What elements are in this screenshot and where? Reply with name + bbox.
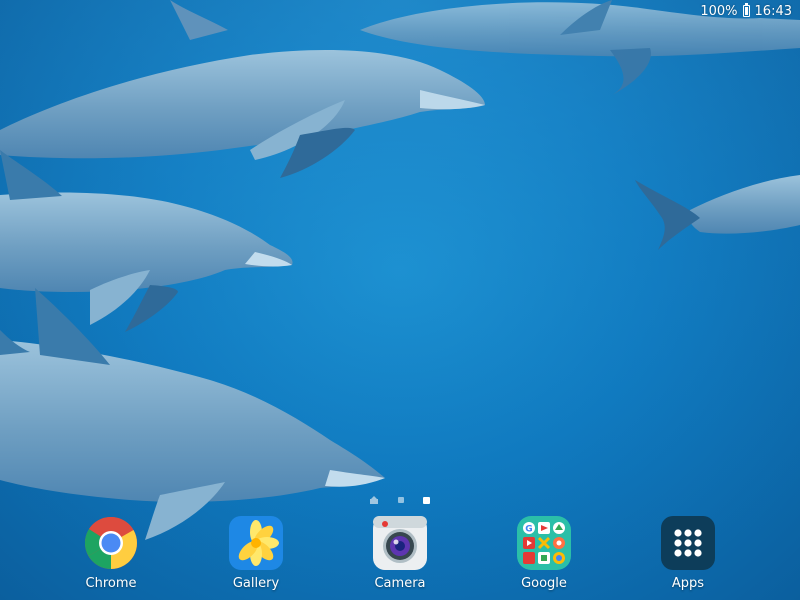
app-drawer[interactable]: Apps: [638, 516, 738, 591]
page-dot-active[interactable]: [423, 496, 430, 504]
home-screen: 100% 16:43 Chrome Gallery Camera G Googl…: [0, 0, 800, 600]
app-dock: Chrome Gallery Camera G Google Apps: [0, 510, 800, 600]
app-label-google: Google: [521, 576, 567, 591]
page-indicator[interactable]: [370, 494, 430, 506]
apps-grid-icon[interactable]: [661, 516, 715, 570]
camera-icon[interactable]: [373, 516, 427, 570]
battery-icon: [742, 3, 750, 17]
page-dot[interactable]: [397, 497, 404, 503]
clock: 16:43: [754, 3, 792, 19]
app-label-gallery: Gallery: [232, 576, 280, 591]
status-bar: 100% 16:43: [700, 0, 800, 22]
svg-text:G: G: [525, 525, 532, 535]
chrome-icon[interactable]: [84, 516, 138, 570]
app-label-chrome: Chrome: [85, 576, 137, 591]
app-camera[interactable]: Camera: [350, 516, 450, 591]
app-label-apps: Apps: [671, 576, 705, 591]
google-folder-icon[interactable]: G: [517, 516, 571, 570]
app-gallery[interactable]: Gallery: [206, 516, 306, 591]
gallery-icon[interactable]: [229, 516, 283, 570]
battery-percent: 100%: [700, 3, 738, 19]
home-page-marker-icon[interactable]: [370, 496, 378, 504]
app-chrome[interactable]: Chrome: [61, 516, 161, 591]
app-google-folder[interactable]: G Google: [494, 516, 594, 591]
app-label-camera: Camera: [374, 576, 426, 591]
